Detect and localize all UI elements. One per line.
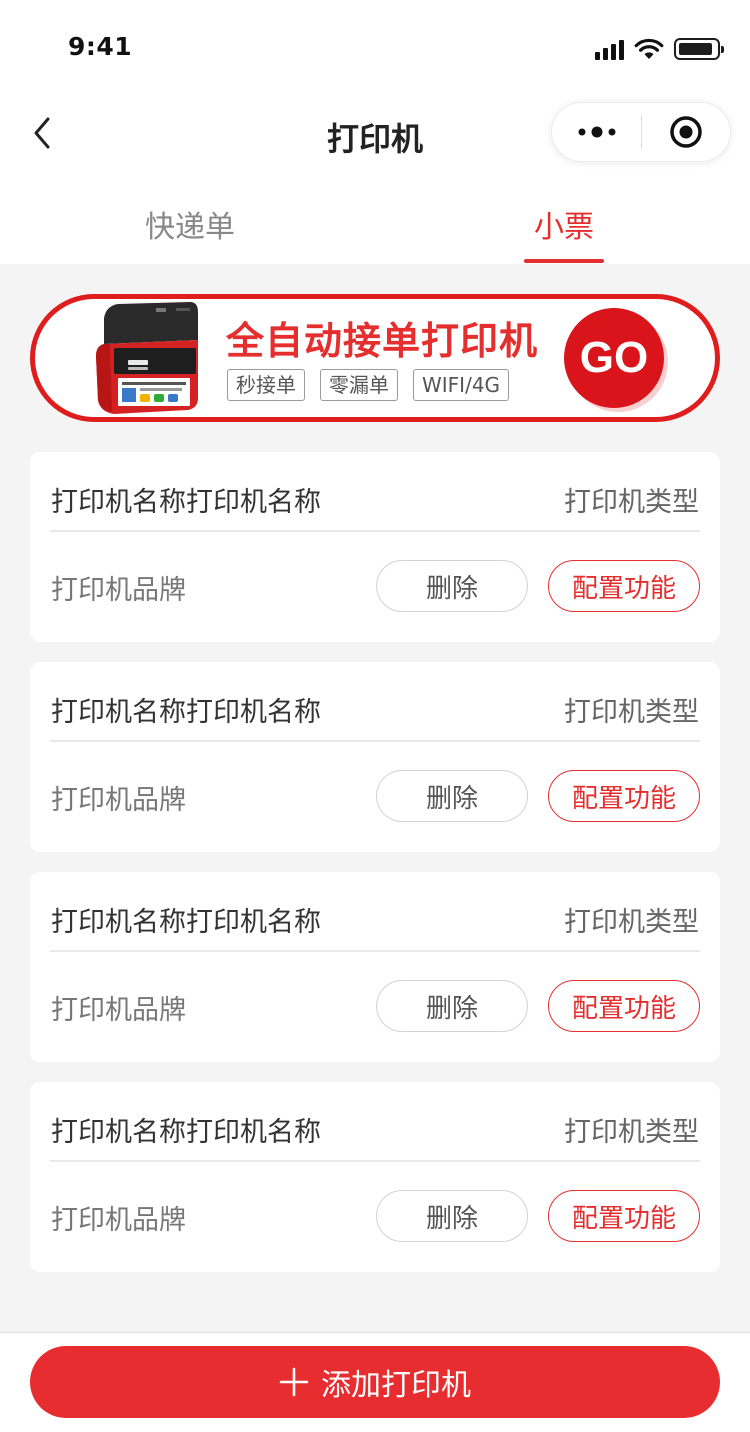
- add-printer-button[interactable]: 添加打印机: [30, 1346, 720, 1418]
- delete-button[interactable]: 删除: [376, 560, 528, 612]
- printer-type: 打印机类型: [564, 487, 699, 518]
- banner-tags: 秒接单 零漏单 WIFI/4G: [227, 369, 510, 401]
- status-icons: [595, 34, 724, 60]
- status-time: 9:41: [68, 32, 133, 61]
- go-button[interactable]: GO: [564, 308, 664, 408]
- printer-type: 打印机类型: [564, 697, 699, 728]
- printer-name: 打印机名称打印机名称: [51, 697, 321, 728]
- printer-name: 打印机名称打印机名称: [51, 907, 321, 938]
- printer-name: 打印机名称打印机名称: [51, 487, 321, 518]
- delete-button[interactable]: 删除: [376, 770, 528, 822]
- printer-card: 打印机名称打印机名称 打印机类型 打印机品牌 删除 配置功能: [30, 872, 720, 1062]
- more-button[interactable]: [552, 102, 641, 162]
- printer-brand: 打印机品牌: [51, 995, 186, 1026]
- tab-express[interactable]: 快递单: [90, 202, 290, 246]
- printer-brand: 打印机品牌: [51, 575, 186, 606]
- printer-image: [96, 302, 198, 414]
- banner-tag: WIFI/4G: [413, 369, 510, 401]
- banner-title: 全自动接单打印机: [226, 319, 539, 363]
- printer-type: 打印机类型: [564, 907, 699, 938]
- nav-bar: 打印机: [0, 88, 750, 178]
- card-divider: [50, 950, 700, 952]
- printer-card: 打印机名称打印机名称 打印机类型 打印机品牌 删除 配置功能: [30, 1082, 720, 1272]
- card-divider: [50, 1160, 700, 1162]
- target-circle-icon: [670, 116, 702, 148]
- printer-card: 打印机名称打印机名称 打印机类型 打印机品牌 删除 配置功能: [30, 452, 720, 642]
- printer-card: 打印机名称打印机名称 打印机类型 打印机品牌 删除 配置功能: [30, 662, 720, 852]
- battery-icon: [674, 38, 724, 60]
- plus-icon: [279, 1367, 309, 1397]
- configure-button[interactable]: 配置功能: [548, 770, 700, 822]
- printer-type: 打印机类型: [564, 1117, 699, 1148]
- card-divider: [50, 740, 700, 742]
- tab-receipt[interactable]: 小票: [464, 202, 664, 246]
- tab-bar: 快递单 小票: [0, 178, 750, 264]
- close-button[interactable]: [642, 102, 730, 162]
- printer-brand: 打印机品牌: [51, 785, 186, 816]
- banner-tag: 秒接单: [227, 369, 305, 401]
- configure-button[interactable]: 配置功能: [548, 1190, 700, 1242]
- configure-button[interactable]: 配置功能: [548, 980, 700, 1032]
- delete-button[interactable]: 删除: [376, 980, 528, 1032]
- banner-tag: 零漏单: [320, 369, 398, 401]
- card-divider: [50, 530, 700, 532]
- configure-button[interactable]: 配置功能: [548, 560, 700, 612]
- signal-icon: [595, 38, 624, 60]
- printer-name: 打印机名称打印机名称: [51, 1117, 321, 1148]
- mini-program-capsule: [551, 102, 731, 162]
- tab-active-indicator: [524, 259, 604, 263]
- more-dots-icon: [578, 126, 615, 138]
- delete-button[interactable]: 删除: [376, 1190, 528, 1242]
- wifi-icon: [634, 38, 664, 59]
- add-printer-label: 添加打印机: [321, 1368, 471, 1403]
- status-bar: 9:41: [0, 0, 750, 88]
- printer-brand: 打印机品牌: [51, 1205, 186, 1236]
